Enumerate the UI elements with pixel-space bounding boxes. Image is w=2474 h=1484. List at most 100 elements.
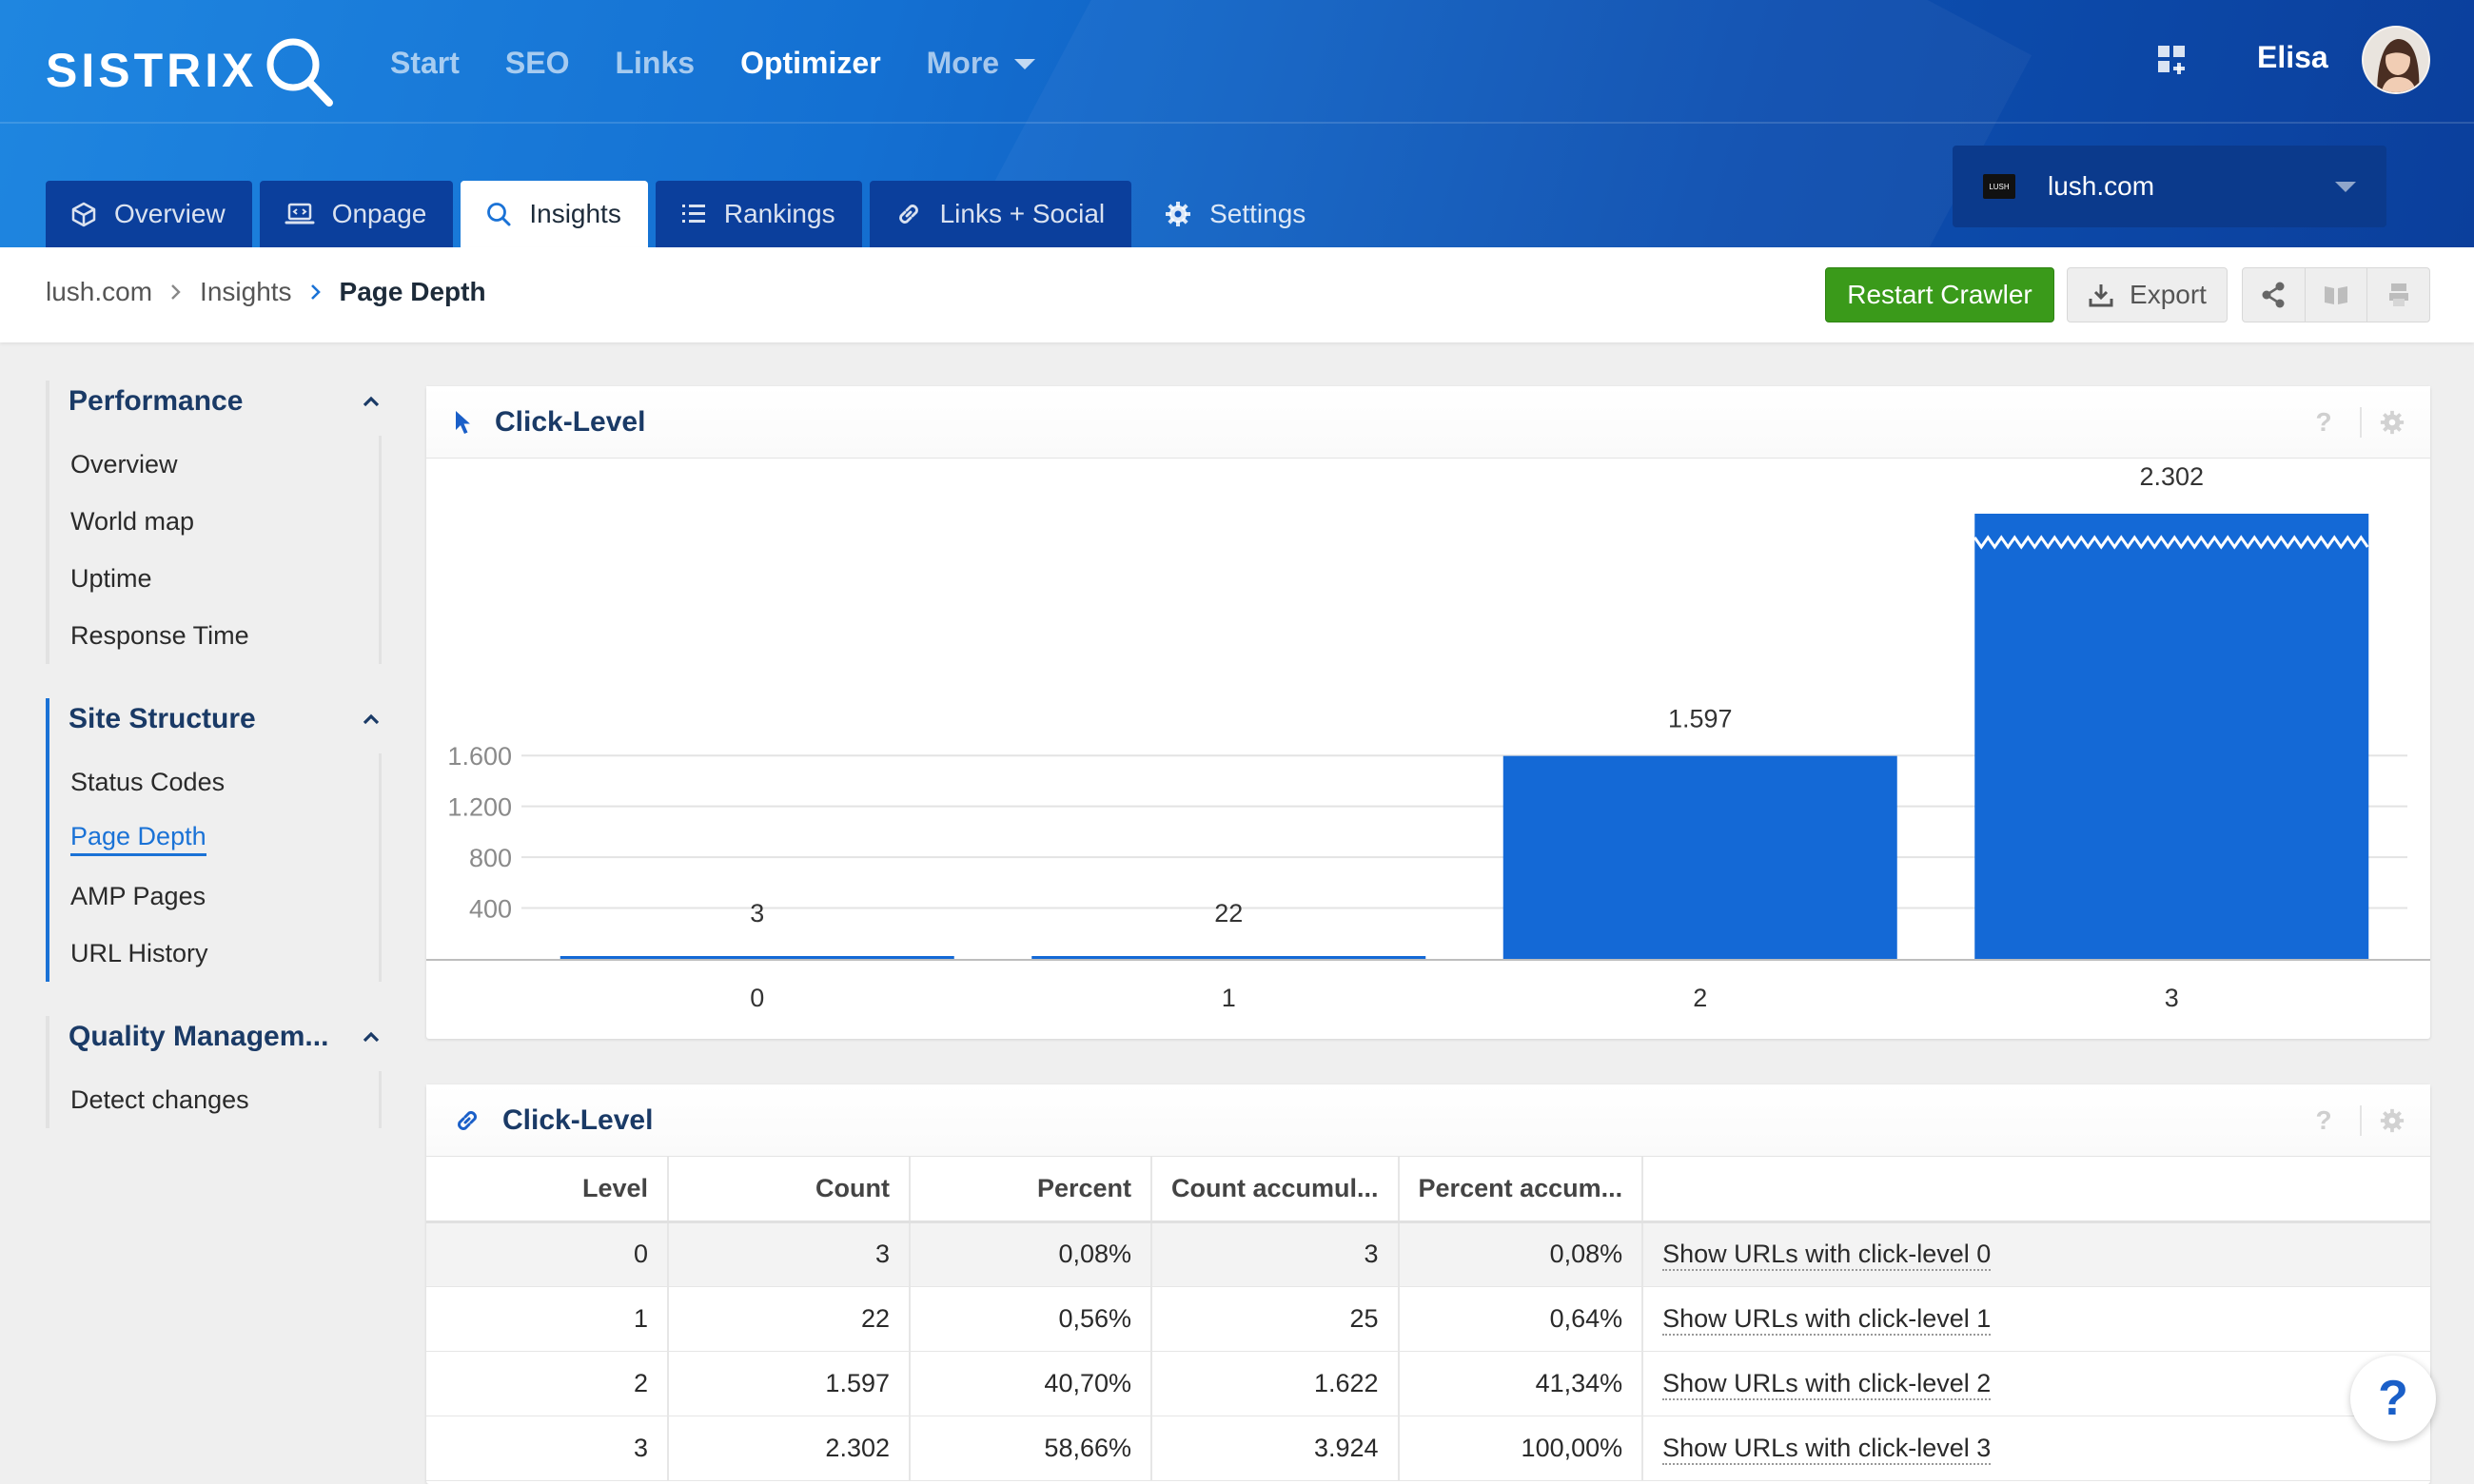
table-row: 0 3 0,08% 3 0,08% Show URLs with click-l… [426, 1221, 2430, 1287]
gear-icon [1164, 200, 1192, 228]
print-button[interactable] [2367, 268, 2429, 322]
print-icon [2388, 283, 2408, 306]
column-header-count-accumulated[interactable]: Count accumul... [1151, 1157, 1400, 1223]
table-row: 2 1.597 40,70% 1.622 41,34% Show URLs wi… [426, 1351, 2430, 1416]
cell-show-urls: Show URLs with click-level 0 [1642, 1221, 2430, 1287]
sidebar: Performance Overview World map Uptime Re… [46, 381, 388, 1157]
sistrix-logo[interactable]: SISTRIX [46, 32, 335, 108]
x-tick-label: 1 [1222, 984, 1236, 1012]
sidebar-item-amp-pages[interactable]: AMP Pages [46, 868, 388, 925]
cell-count-accumulated: 25 [1151, 1286, 1400, 1352]
tab-links-social[interactable]: Links + Social [869, 181, 1132, 247]
chevron-down-icon [2335, 181, 2356, 192]
sidebar-group-header[interactable]: Quality Managem... [46, 1016, 388, 1058]
tab-settings[interactable]: Settings [1139, 181, 1332, 247]
sidebar-item-status-codes[interactable]: Status Codes [46, 753, 388, 810]
export-button[interactable]: Export [2067, 267, 2228, 322]
sidebar-group-header[interactable]: Site Structure [46, 698, 388, 740]
sidebar-item-world-map[interactable]: World map [46, 493, 388, 550]
sidebar-item-overview[interactable]: Overview [46, 436, 388, 493]
logo-text: SISTRIX [46, 44, 258, 97]
nav-start[interactable]: Start [390, 42, 460, 84]
column-header-percent[interactable]: Percent [910, 1157, 1152, 1223]
download-icon [2089, 284, 2113, 307]
avatar[interactable] [2362, 26, 2430, 94]
share-icon [2262, 282, 2285, 308]
header-divider [0, 122, 2474, 124]
click-level-bar-chart: 400 800 1.200 1.600 3 0 22 1 1.597 2 2.302 3 [426, 462, 2430, 1012]
sidebar-item-url-history[interactable]: URL History [46, 925, 388, 982]
apps-grid-icon[interactable] [2156, 44, 2189, 81]
bar-value-label: 2.302 [2139, 462, 2204, 491]
cell-percent: 0,56% [910, 1286, 1152, 1352]
help-icon[interactable]: ? [2305, 407, 2343, 438]
cell-count: 1.597 [668, 1351, 911, 1416]
column-header-level[interactable]: Level [426, 1157, 669, 1223]
x-tick-label: 2 [1693, 984, 1707, 1012]
breadcrumb-item-domain[interactable]: lush.com [46, 277, 152, 307]
cell-level: 0 [426, 1221, 669, 1287]
cell-count-accumulated: 3.924 [1151, 1416, 1400, 1481]
gear-icon[interactable] [2379, 409, 2405, 436]
laptop-code-icon [285, 201, 315, 227]
cube-icon [70, 201, 97, 227]
table-row: 3 2.302 58,66% 3.924 100,00% Show URLs w… [426, 1416, 2430, 1481]
tab-rankings[interactable]: Rankings [655, 181, 862, 247]
table-row: 1 22 0,56% 25 0,64% Show URLs with click… [426, 1286, 2430, 1352]
breadcrumb-item-insights[interactable]: Insights [200, 277, 292, 307]
user-name[interactable]: Elisa [2257, 40, 2328, 75]
chevron-up-icon [363, 713, 380, 725]
tab-overview[interactable]: Overview [46, 181, 252, 247]
read-mode-button[interactable] [2306, 268, 2368, 322]
module-tabs: Overview Onpage Insights Rankings Links … [46, 181, 1340, 247]
cell-show-urls: Show URLs with click-level 2 [1642, 1351, 2430, 1416]
bar-value-label: 3 [750, 899, 764, 928]
show-urls-link[interactable]: Show URLs with click-level 3 [1662, 1433, 1992, 1465]
show-urls-link[interactable]: Show URLs with click-level 0 [1662, 1240, 1992, 1271]
gear-icon[interactable] [2379, 1107, 2405, 1134]
main-nav: Start SEO Links Optimizer More [390, 42, 1081, 84]
project-domain-select[interactable]: LUSH lush.com [1953, 146, 2386, 227]
nav-more[interactable]: More [927, 42, 1036, 84]
panel-tools: ? [2305, 407, 2405, 438]
column-header-percent-accumulated[interactable]: Percent accum... [1398, 1157, 1644, 1223]
tab-insights[interactable]: Insights [461, 181, 648, 247]
cell-percent-accumulated: 0,64% [1398, 1286, 1644, 1352]
bar [1974, 514, 2369, 959]
click-level-table-panel: Click-Level ? Level Count Percent Count … [426, 1084, 2430, 1484]
search-icon [485, 201, 512, 227]
nav-optimizer[interactable]: Optimizer [740, 42, 881, 84]
nav-links[interactable]: Links [615, 42, 695, 84]
app-header: SISTRIX Start SEO Links Optimizer More E… [0, 0, 2474, 247]
tab-onpage[interactable]: Onpage [259, 181, 454, 247]
breadcrumb: lush.com Insights Page Depth [46, 277, 486, 307]
sidebar-item-detect-changes[interactable]: Detect changes [46, 1071, 388, 1128]
chevron-down-icon [1014, 58, 1036, 69]
show-urls-link[interactable]: Show URLs with click-level 1 [1662, 1303, 1992, 1336]
share-button[interactable] [2243, 268, 2306, 322]
help-button[interactable]: ? [2350, 1356, 2436, 1441]
bar [1031, 956, 1426, 959]
column-header-count[interactable]: Count [668, 1157, 911, 1223]
sidebar-item-uptime[interactable]: Uptime [46, 550, 388, 607]
sidebar-group-performance: Performance Overview World map Uptime Re… [46, 381, 388, 664]
bar-value-label: 22 [1214, 899, 1243, 928]
x-tick-label: 3 [2165, 984, 2179, 1012]
help-icon[interactable]: ? [2305, 1105, 2343, 1136]
bar [560, 956, 954, 959]
panel-header: Click-Level ? [426, 1084, 2430, 1157]
cell-percent-accumulated: 100,00% [1398, 1416, 1644, 1481]
y-tick-label: 400 [469, 895, 512, 924]
nav-seo[interactable]: SEO [505, 42, 570, 84]
y-tick-label: 1.200 [447, 793, 512, 822]
chevron-right-icon [309, 283, 323, 302]
sidebar-group-header[interactable]: Performance [46, 381, 388, 422]
show-urls-link[interactable]: Show URLs with click-level 2 [1662, 1368, 1992, 1400]
book-icon [2325, 286, 2347, 304]
cell-percent: 40,70% [910, 1351, 1152, 1416]
project-favicon: LUSH [1983, 174, 2015, 199]
column-header-actions [1642, 1157, 2430, 1223]
sidebar-item-page-depth[interactable]: Page Depth [46, 810, 388, 868]
restart-crawler-button[interactable]: Restart Crawler [1825, 267, 2054, 322]
sidebar-item-response-time[interactable]: Response Time [46, 607, 388, 664]
